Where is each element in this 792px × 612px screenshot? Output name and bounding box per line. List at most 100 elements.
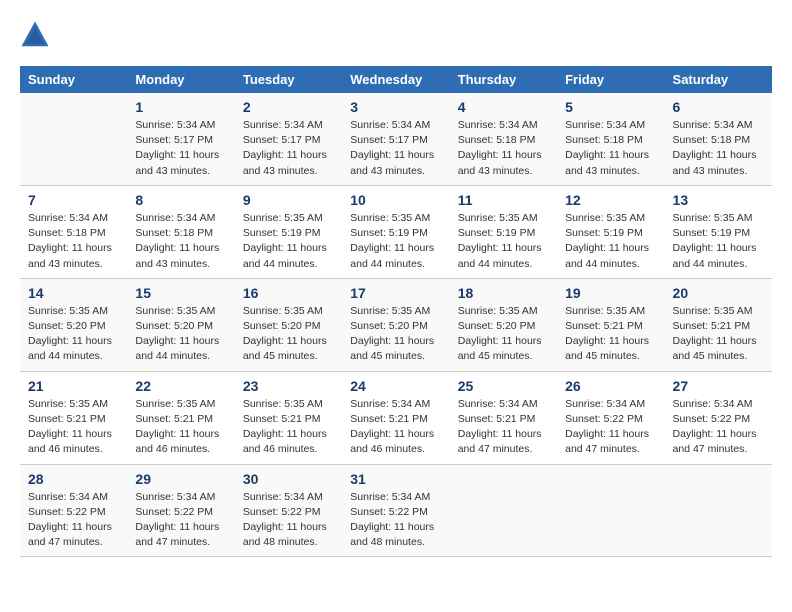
calendar-cell: 24 Sunrise: 5:34 AM Sunset: 5:21 PM Dayli… xyxy=(342,371,449,464)
day-number: 15 xyxy=(135,285,226,301)
day-info: Sunrise: 5:34 AM Sunset: 5:18 PM Dayligh… xyxy=(458,118,549,179)
day-number: 7 xyxy=(28,192,119,208)
calendar-week-row: 28 Sunrise: 5:34 AM Sunset: 5:22 PM Dayli… xyxy=(20,464,772,557)
day-number: 12 xyxy=(565,192,656,208)
calendar-cell: 18Sunrise: 5:35 AM Sunset: 5:20 PM Dayli… xyxy=(450,278,557,371)
day-info: Sunrise: 5:35 AM Sunset: 5:19 PM Dayligh… xyxy=(243,211,334,272)
day-info: Sunrise: 5:34 AM Sunset: 5:18 PM Dayligh… xyxy=(28,211,119,272)
day-info: Sunrise: 5:35 AM Sunset: 5:21 PM Dayligh… xyxy=(28,397,119,458)
calendar-cell: 17 Sunrise: 5:35 AM Sunset: 5:20 PM Dayli… xyxy=(342,278,449,371)
day-info: Sunrise: 5:34 AM Sunset: 5:17 PM Dayligh… xyxy=(350,118,441,179)
day-info: Sunrise: 5:34 AM Sunset: 5:22 PM Dayligh… xyxy=(565,397,656,458)
calendar-cell: 2 Sunrise: 5:34 AM Sunset: 5:17 PM Daylig… xyxy=(235,93,342,185)
calendar-cell: 25 Sunrise: 5:34 AM Sunset: 5:21 PM Dayli… xyxy=(450,371,557,464)
day-info: Sunrise: 5:35 AM Sunset: 5:20 PM Dayligh… xyxy=(135,304,226,365)
calendar-cell: 20 Sunrise: 5:35 AM Sunset: 5:21 PM Dayli… xyxy=(665,278,772,371)
calendar-week-row: 21 Sunrise: 5:35 AM Sunset: 5:21 PM Dayli… xyxy=(20,371,772,464)
calendar-week-row: 1Sunrise: 5:34 AM Sunset: 5:17 PM Daylig… xyxy=(20,93,772,185)
calendar-cell: 29 Sunrise: 5:34 AM Sunset: 5:22 PM Dayli… xyxy=(127,464,234,557)
day-info: Sunrise: 5:35 AM Sunset: 5:21 PM Dayligh… xyxy=(243,397,334,458)
weekday-header: Monday xyxy=(127,66,234,93)
calendar-cell: 5Sunrise: 5:34 AM Sunset: 5:18 PM Daylig… xyxy=(557,93,664,185)
day-number: 8 xyxy=(135,192,226,208)
day-info: Sunrise: 5:35 AM Sunset: 5:20 PM Dayligh… xyxy=(350,304,441,365)
calendar-cell xyxy=(20,93,127,185)
day-info: Sunrise: 5:34 AM Sunset: 5:22 PM Dayligh… xyxy=(135,490,226,551)
calendar-cell xyxy=(450,464,557,557)
day-number: 23 xyxy=(243,378,334,394)
day-number: 14 xyxy=(28,285,119,301)
day-number: 17 xyxy=(350,285,441,301)
day-info: Sunrise: 5:34 AM Sunset: 5:21 PM Dayligh… xyxy=(350,397,441,458)
calendar-cell: 11 Sunrise: 5:35 AM Sunset: 5:19 PM Dayli… xyxy=(450,185,557,278)
calendar-cell: 28 Sunrise: 5:34 AM Sunset: 5:22 PM Dayli… xyxy=(20,464,127,557)
day-number: 29 xyxy=(135,471,226,487)
day-info: Sunrise: 5:34 AM Sunset: 5:17 PM Dayligh… xyxy=(135,118,226,179)
day-number: 24 xyxy=(350,378,441,394)
calendar-cell xyxy=(665,464,772,557)
calendar-cell: 19 Sunrise: 5:35 AM Sunset: 5:21 PM Dayli… xyxy=(557,278,664,371)
day-number: 2 xyxy=(243,99,334,115)
day-number: 21 xyxy=(28,378,119,394)
weekday-header: Saturday xyxy=(665,66,772,93)
day-info: Sunrise: 5:35 AM Sunset: 5:19 PM Dayligh… xyxy=(565,211,656,272)
day-info: Sunrise: 5:34 AM Sunset: 5:18 PM Dayligh… xyxy=(565,118,656,179)
day-number: 28 xyxy=(28,471,119,487)
calendar-cell: 23 Sunrise: 5:35 AM Sunset: 5:21 PM Dayli… xyxy=(235,371,342,464)
calendar-cell xyxy=(557,464,664,557)
calendar-cell: 26 Sunrise: 5:34 AM Sunset: 5:22 PM Dayli… xyxy=(557,371,664,464)
day-number: 26 xyxy=(565,378,656,394)
day-info: Sunrise: 5:35 AM Sunset: 5:21 PM Dayligh… xyxy=(565,304,656,365)
day-info: Sunrise: 5:34 AM Sunset: 5:18 PM Dayligh… xyxy=(135,211,226,272)
calendar-cell: 4 Sunrise: 5:34 AM Sunset: 5:18 PM Daylig… xyxy=(450,93,557,185)
page-header xyxy=(20,20,772,50)
day-info: Sunrise: 5:34 AM Sunset: 5:22 PM Dayligh… xyxy=(350,490,441,551)
calendar-cell: 13 Sunrise: 5:35 AM Sunset: 5:19 PM Dayli… xyxy=(665,185,772,278)
day-number: 22 xyxy=(135,378,226,394)
calendar-cell: 12 Sunrise: 5:35 AM Sunset: 5:19 PM Dayli… xyxy=(557,185,664,278)
day-number: 20 xyxy=(673,285,764,301)
calendar-cell: 14 Sunrise: 5:35 AM Sunset: 5:20 PM Dayli… xyxy=(20,278,127,371)
day-info: Sunrise: 5:35 AM Sunset: 5:19 PM Dayligh… xyxy=(458,211,549,272)
calendar-cell: 1Sunrise: 5:34 AM Sunset: 5:17 PM Daylig… xyxy=(127,93,234,185)
day-number: 9 xyxy=(243,192,334,208)
day-number: 31 xyxy=(350,471,441,487)
day-info: Sunrise: 5:34 AM Sunset: 5:22 PM Dayligh… xyxy=(28,490,119,551)
calendar-cell: 27Sunrise: 5:34 AM Sunset: 5:22 PM Dayli… xyxy=(665,371,772,464)
day-info: Sunrise: 5:34 AM Sunset: 5:21 PM Dayligh… xyxy=(458,397,549,458)
weekday-header: Sunday xyxy=(20,66,127,93)
weekday-header: Wednesday xyxy=(342,66,449,93)
calendar-cell: 7 Sunrise: 5:34 AM Sunset: 5:18 PM Daylig… xyxy=(20,185,127,278)
day-info: Sunrise: 5:35 AM Sunset: 5:20 PM Dayligh… xyxy=(243,304,334,365)
calendar-cell: 22 Sunrise: 5:35 AM Sunset: 5:21 PM Dayli… xyxy=(127,371,234,464)
day-info: Sunrise: 5:35 AM Sunset: 5:21 PM Dayligh… xyxy=(673,304,764,365)
logo-icon xyxy=(20,20,50,50)
day-info: Sunrise: 5:34 AM Sunset: 5:22 PM Dayligh… xyxy=(673,397,764,458)
day-number: 6 xyxy=(673,99,764,115)
calendar-cell: 10Sunrise: 5:35 AM Sunset: 5:19 PM Dayli… xyxy=(342,185,449,278)
day-number: 30 xyxy=(243,471,334,487)
day-number: 25 xyxy=(458,378,549,394)
weekday-header: Friday xyxy=(557,66,664,93)
day-number: 11 xyxy=(458,192,549,208)
calendar-cell: 31 Sunrise: 5:34 AM Sunset: 5:22 PM Dayli… xyxy=(342,464,449,557)
day-number: 13 xyxy=(673,192,764,208)
calendar-cell: 3 Sunrise: 5:34 AM Sunset: 5:17 PM Daylig… xyxy=(342,93,449,185)
day-info: Sunrise: 5:35 AM Sunset: 5:19 PM Dayligh… xyxy=(350,211,441,272)
weekday-header-row: SundayMondayTuesdayWednesdayThursdayFrid… xyxy=(20,66,772,93)
day-number: 16 xyxy=(243,285,334,301)
calendar-cell: 8 Sunrise: 5:34 AM Sunset: 5:18 PM Daylig… xyxy=(127,185,234,278)
calendar-cell: 6Sunrise: 5:34 AM Sunset: 5:18 PM Daylig… xyxy=(665,93,772,185)
calendar-week-row: 7 Sunrise: 5:34 AM Sunset: 5:18 PM Daylig… xyxy=(20,185,772,278)
day-number: 3 xyxy=(350,99,441,115)
day-number: 19 xyxy=(565,285,656,301)
day-info: Sunrise: 5:35 AM Sunset: 5:20 PM Dayligh… xyxy=(28,304,119,365)
day-number: 18 xyxy=(458,285,549,301)
calendar-cell: 21 Sunrise: 5:35 AM Sunset: 5:21 PM Dayli… xyxy=(20,371,127,464)
day-number: 4 xyxy=(458,99,549,115)
day-info: Sunrise: 5:34 AM Sunset: 5:22 PM Dayligh… xyxy=(243,490,334,551)
logo xyxy=(20,20,54,50)
day-info: Sunrise: 5:34 AM Sunset: 5:17 PM Dayligh… xyxy=(243,118,334,179)
day-info: Sunrise: 5:35 AM Sunset: 5:21 PM Dayligh… xyxy=(135,397,226,458)
day-info: Sunrise: 5:35 AM Sunset: 5:19 PM Dayligh… xyxy=(673,211,764,272)
